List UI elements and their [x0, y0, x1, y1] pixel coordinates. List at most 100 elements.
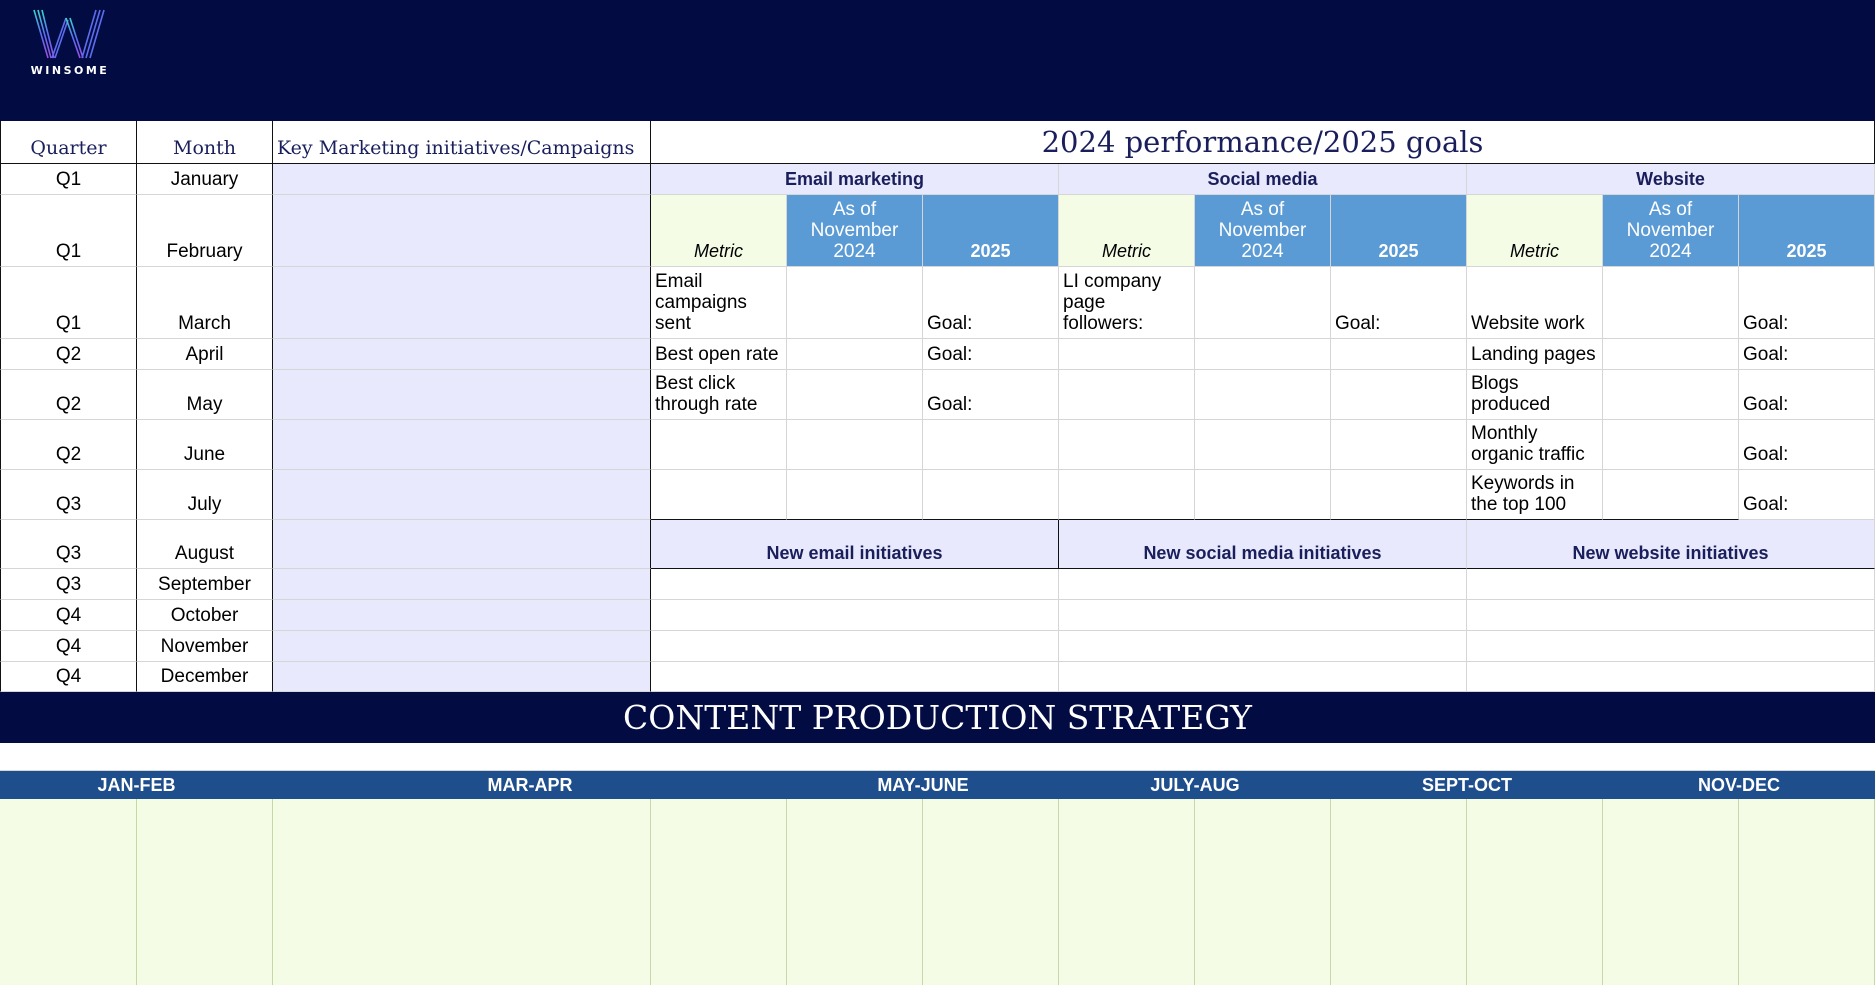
social-as-of-value[interactable]: [1195, 470, 1331, 520]
website-as-of-value[interactable]: [1603, 420, 1739, 470]
email-goal-cell[interactable]: Goal:: [923, 370, 1059, 420]
period-sept-oct[interactable]: SEPT-OCT: [1331, 771, 1603, 799]
social-as-of-value[interactable]: [1195, 420, 1331, 470]
initiative-cell[interactable]: [273, 164, 651, 195]
content-cell[interactable]: [1195, 799, 1331, 985]
email-goal-cell[interactable]: Goal:: [923, 267, 1059, 339]
month-cell[interactable]: June: [137, 420, 273, 470]
initiative-cell[interactable]: [273, 267, 651, 339]
initiative-cell[interactable]: [273, 370, 651, 420]
new-email-initiative-cell[interactable]: [651, 569, 1059, 600]
new-email-initiative-cell[interactable]: [651, 631, 1059, 662]
email-metric-campaigns-sent[interactable]: Email campaigns sent: [651, 267, 787, 339]
content-cell[interactable]: [273, 799, 651, 985]
spacer-row[interactable]: [0, 743, 1875, 771]
social-goal-empty[interactable]: [1331, 420, 1467, 470]
new-website-initiatives-header[interactable]: New website initiatives: [1467, 520, 1875, 569]
email-metric-empty[interactable]: [651, 420, 787, 470]
social-metric-header[interactable]: Metric: [1059, 195, 1195, 267]
website-2025-header[interactable]: 2025: [1739, 195, 1875, 267]
website-metric-website-work[interactable]: Website work: [1467, 267, 1603, 339]
initiative-cell[interactable]: [273, 520, 651, 569]
website-metric-header[interactable]: Metric: [1467, 195, 1603, 267]
header-month[interactable]: Month: [137, 121, 273, 164]
website-as-of-value[interactable]: [1603, 470, 1739, 520]
quarter-cell[interactable]: Q3: [0, 470, 137, 520]
quarter-cell[interactable]: Q1: [0, 195, 137, 267]
website-metric-keywords[interactable]: Keywords in the top 100: [1467, 470, 1603, 520]
month-cell[interactable]: March: [137, 267, 273, 339]
quarter-cell[interactable]: Q4: [0, 662, 137, 692]
initiative-cell[interactable]: [273, 470, 651, 520]
quarter-cell[interactable]: Q2: [0, 339, 137, 370]
initiative-cell[interactable]: [273, 600, 651, 631]
content-cell[interactable]: [0, 799, 137, 985]
website-metric-organic-traffic[interactable]: Monthly organic traffic: [1467, 420, 1603, 470]
social-goal-cell[interactable]: Goal:: [1331, 267, 1467, 339]
social-metric-empty[interactable]: [1059, 470, 1195, 520]
new-social-initiatives-header[interactable]: New social media initiatives: [1059, 520, 1467, 569]
social-2025-header[interactable]: 2025: [1331, 195, 1467, 267]
quarter-cell[interactable]: Q3: [0, 569, 137, 600]
quarter-cell[interactable]: Q2: [0, 420, 137, 470]
website-metric-blogs-produced[interactable]: Blogs produced: [1467, 370, 1603, 420]
header-quarter[interactable]: Quarter: [0, 121, 137, 164]
email-metric-open-rate[interactable]: Best open rate: [651, 339, 787, 370]
social-as-of-value[interactable]: [1195, 370, 1331, 420]
month-cell[interactable]: May: [137, 370, 273, 420]
email-as-of-value[interactable]: [787, 370, 923, 420]
header-initiatives[interactable]: Key Marketing initiatives/Campaigns: [273, 121, 651, 164]
website-goal-cell[interactable]: Goal:: [1739, 370, 1875, 420]
content-strategy-title[interactable]: CONTENT PRODUCTION STRATEGY: [0, 692, 1875, 743]
new-website-initiative-cell[interactable]: [1467, 631, 1875, 662]
content-cell[interactable]: [1059, 799, 1195, 985]
social-metric-empty[interactable]: [1059, 339, 1195, 370]
quarter-cell[interactable]: Q3: [0, 520, 137, 569]
section-social-media[interactable]: Social media: [1059, 164, 1467, 195]
period-jan-feb[interactable]: JAN-FEB: [0, 771, 273, 799]
new-website-initiative-cell[interactable]: [1467, 600, 1875, 631]
email-goal-empty[interactable]: [923, 470, 1059, 520]
social-goal-empty[interactable]: [1331, 470, 1467, 520]
initiative-cell[interactable]: [273, 339, 651, 370]
social-metric-li-followers[interactable]: LI company page followers:: [1059, 267, 1195, 339]
website-as-of-value[interactable]: [1603, 370, 1739, 420]
month-cell[interactable]: January: [137, 164, 273, 195]
quarter-cell[interactable]: Q1: [0, 267, 137, 339]
new-social-initiative-cell[interactable]: [1059, 631, 1467, 662]
website-as-of-value[interactable]: [1603, 339, 1739, 370]
period-may-june[interactable]: MAY-JUNE: [787, 771, 1059, 799]
initiative-cell[interactable]: [273, 569, 651, 600]
new-social-initiative-cell[interactable]: [1059, 600, 1467, 631]
social-goal-empty[interactable]: [1331, 370, 1467, 420]
social-goal-empty[interactable]: [1331, 339, 1467, 370]
new-email-initiative-cell[interactable]: [651, 662, 1059, 692]
month-cell[interactable]: October: [137, 600, 273, 631]
website-as-of-value[interactable]: [1603, 267, 1739, 339]
content-cell[interactable]: [923, 799, 1059, 985]
email-goal-empty[interactable]: [923, 420, 1059, 470]
month-cell[interactable]: February: [137, 195, 273, 267]
new-email-initiative-cell[interactable]: [651, 600, 1059, 631]
quarter-cell[interactable]: Q4: [0, 631, 137, 662]
email-metric-header[interactable]: Metric: [651, 195, 787, 267]
social-metric-empty[interactable]: [1059, 420, 1195, 470]
website-goal-cell[interactable]: Goal:: [1739, 420, 1875, 470]
new-social-initiative-cell[interactable]: [1059, 569, 1467, 600]
period-mar-apr[interactable]: MAR-APR: [273, 771, 787, 799]
website-goal-cell[interactable]: Goal:: [1739, 267, 1875, 339]
initiative-cell[interactable]: [273, 662, 651, 692]
content-cell[interactable]: [651, 799, 787, 985]
email-2025-header[interactable]: 2025: [923, 195, 1059, 267]
initiative-cell[interactable]: [273, 420, 651, 470]
website-metric-landing-pages[interactable]: Landing pages: [1467, 339, 1603, 370]
quarter-cell[interactable]: Q4: [0, 600, 137, 631]
email-as-of-value[interactable]: [787, 470, 923, 520]
month-cell[interactable]: July: [137, 470, 273, 520]
email-as-of-value[interactable]: [787, 339, 923, 370]
email-metric-click-rate[interactable]: Best click through rate: [651, 370, 787, 420]
content-cell[interactable]: [1739, 799, 1875, 985]
month-cell[interactable]: April: [137, 339, 273, 370]
month-cell[interactable]: August: [137, 520, 273, 569]
email-as-of-value[interactable]: [787, 267, 923, 339]
